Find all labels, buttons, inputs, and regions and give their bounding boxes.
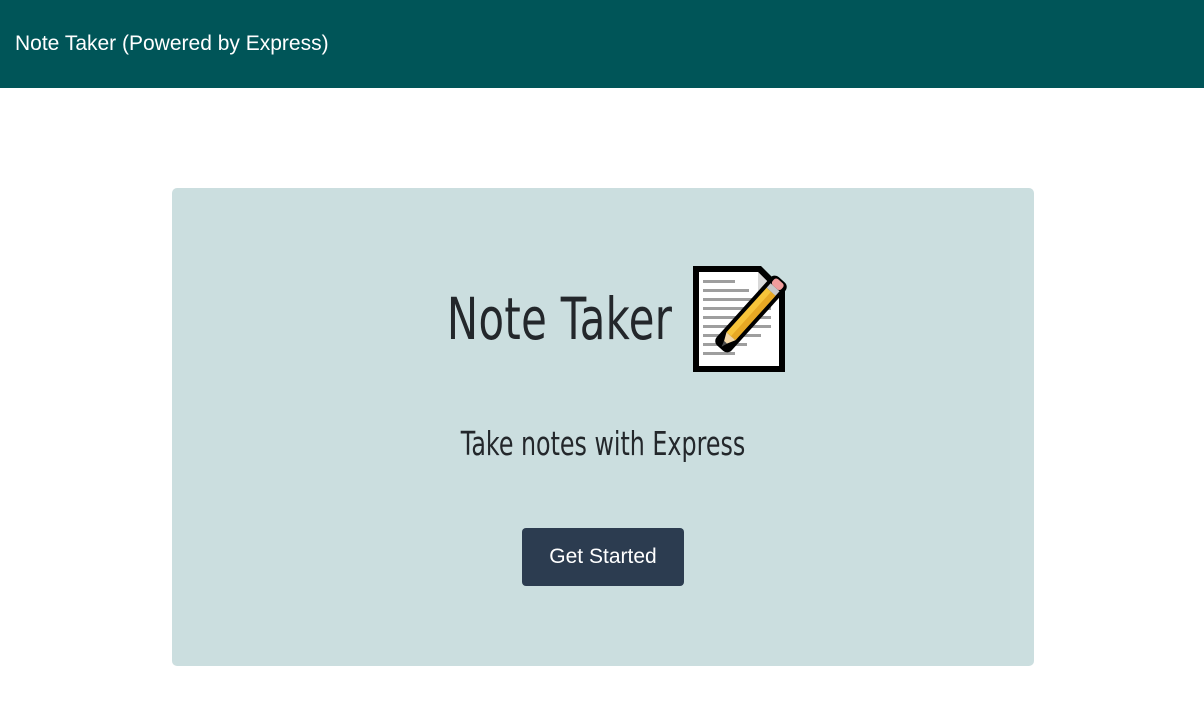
hero-title: Note Taker [447,285,673,353]
get-started-button[interactable]: Get Started [522,528,684,586]
hero-title-row: Note Taker [172,262,1034,376]
memo-pencil-icon [689,262,803,376]
top-navbar: Note Taker (Powered by Express) [0,0,1204,88]
hero-subtitle: Take notes with Express [460,424,746,463]
navbar-brand-link[interactable]: Note Taker (Powered by Express) [15,32,329,56]
hero-panel: Note Taker Take notes with Express Get S… [172,188,1034,666]
